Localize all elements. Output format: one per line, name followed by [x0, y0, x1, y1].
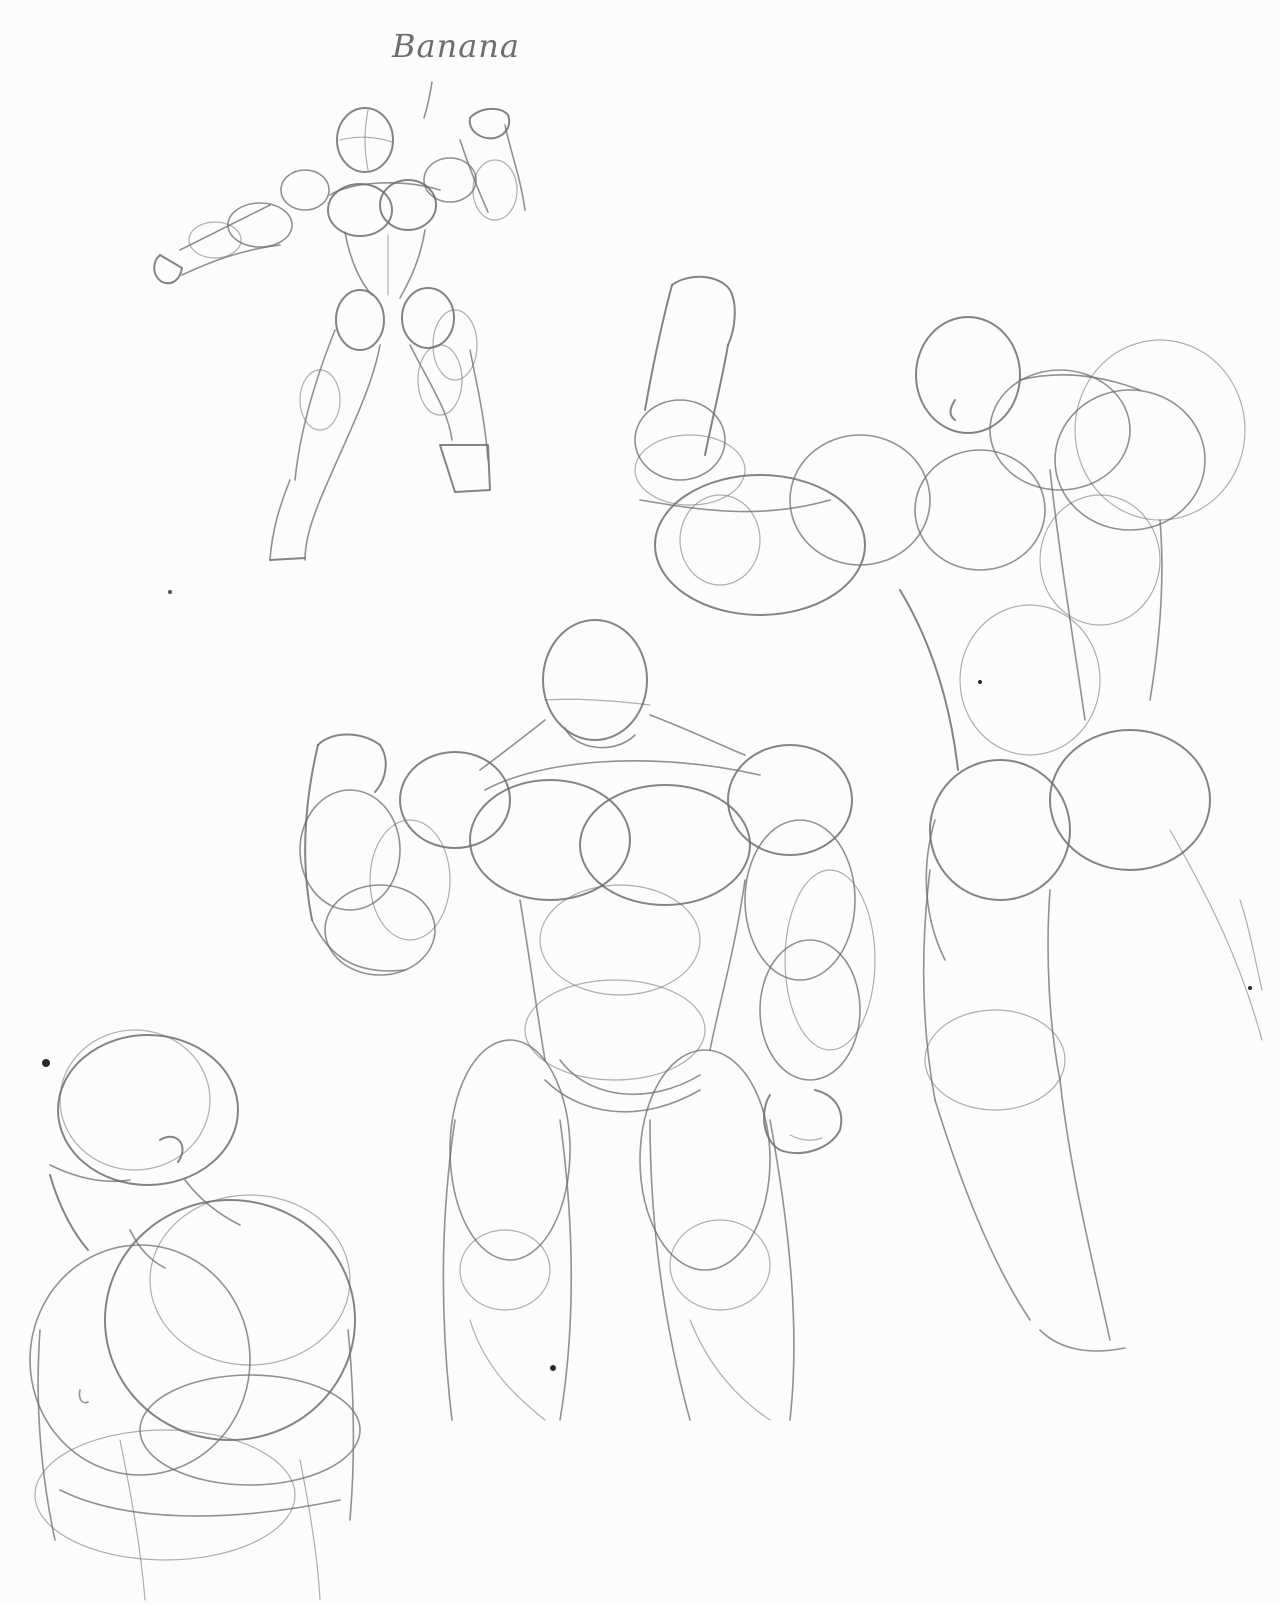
- torso-side-view-figure: [29, 1029, 361, 1601]
- handwritten-label: Banana: [392, 27, 520, 65]
- label-pointer-stroke: [423, 81, 433, 119]
- sketch-sheet: Banana: [0, 0, 1280, 1604]
- front-view-muscular-figure: [299, 619, 876, 1421]
- small-flexing-figure: [153, 81, 526, 561]
- stray-pencil-marks: [42, 590, 1252, 1371]
- pencil-sketch-drawing: [29, 81, 1263, 1601]
